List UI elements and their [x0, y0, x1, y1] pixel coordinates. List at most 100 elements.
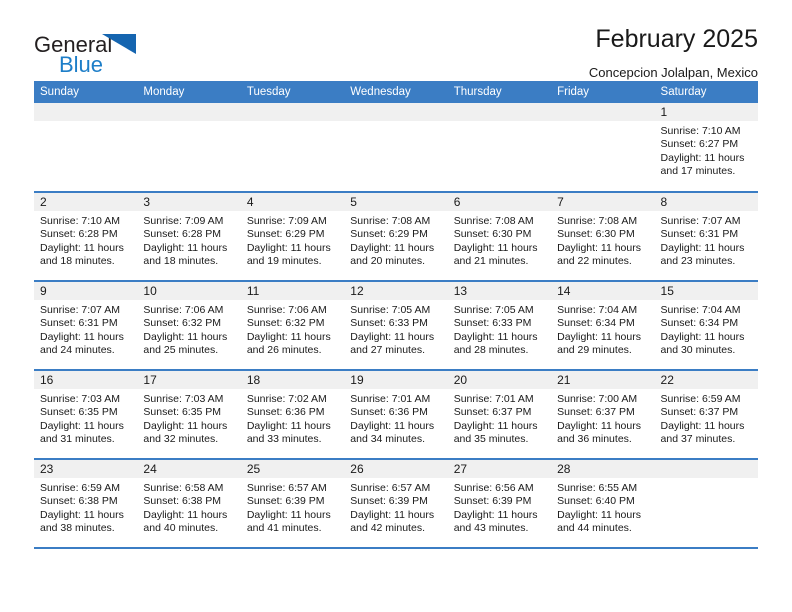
day-details: Sunrise: 7:10 AM Sunset: 6:27 PM Daylight:… — [655, 121, 758, 179]
day-details: Sunrise: 6:59 AM Sunset: 6:38 PM Daylight:… — [34, 478, 137, 536]
daylight-text: Daylight: 11 hours and 19 minutes. — [246, 241, 331, 268]
calendar-day-cell[interactable]: 11 Sunrise: 7:06 AM Sunset: 6:32 PM Dayligh… — [240, 280, 345, 370]
calendar-day-cell[interactable]: 26 Sunrise: 6:57 AM Sunset: 6:39 PM Dayligh… — [344, 458, 448, 549]
day-details: Sunrise: 7:04 AM Sunset: 6:34 PM Daylight:… — [655, 300, 758, 358]
calendar-day-cell[interactable]: 3 Sunrise: 7:09 AM Sunset: 6:28 PM Daylight… — [137, 191, 241, 281]
daylight-text: Daylight: 11 hours and 21 minutes. — [453, 241, 538, 268]
sunset-text: Sunset: 6:37 PM — [660, 406, 739, 419]
calendar-day-cell[interactable]: 23 Sunrise: 6:59 AM Sunset: 6:38 PM Dayligh… — [34, 458, 138, 549]
sunrise-text: Sunrise: 6:59 AM — [660, 393, 741, 405]
day-number: 15 — [654, 282, 758, 300]
day-number: 25 — [240, 460, 345, 478]
day-details: Sunrise: 7:08 AM Sunset: 6:30 PM Daylight:… — [448, 211, 551, 269]
sunrise-text: Sunrise: 7:04 AM — [557, 304, 638, 316]
day-number: 19 — [344, 371, 448, 389]
calendar-day-cell[interactable]: 4 Sunrise: 7:09 AM Sunset: 6:29 PM Daylight… — [240, 191, 345, 281]
daylight-text: Daylight: 11 hours and 38 minutes. — [40, 508, 124, 535]
day-details: Sunrise: 6:59 AM Sunset: 6:37 PM Daylight:… — [655, 389, 758, 447]
calendar-day-cell[interactable]: 2 Sunrise: 7:10 AM Sunset: 6:28 PM Daylight… — [34, 191, 138, 281]
calendar-cell-empty — [34, 103, 138, 192]
daylight-text: Daylight: 11 hours and 40 minutes. — [143, 508, 228, 535]
calendar-cell-empty — [551, 103, 655, 192]
day-number: 14 — [551, 282, 655, 300]
sunrise-text: Sunrise: 7:04 AM — [660, 304, 741, 316]
calendar-day-cell[interactable]: 7 Sunrise: 7:08 AM Sunset: 6:30 PM Daylight… — [551, 191, 655, 281]
sunset-text: Sunset: 6:34 PM — [660, 317, 739, 330]
sunset-text: Sunset: 6:29 PM — [246, 228, 325, 241]
daylight-text: Daylight: 11 hours and 42 minutes. — [350, 508, 435, 535]
sunset-text: Sunset: 6:27 PM — [660, 138, 739, 151]
calendar-week-row: 23 Sunrise: 6:59 AM Sunset: 6:38 PM Dayligh… — [34, 458, 758, 549]
day-number: 12 — [344, 282, 448, 300]
day-number: 5 — [344, 193, 448, 211]
sunrise-text: Sunrise: 6:57 AM — [246, 482, 327, 494]
sunrise-text: Sunrise: 7:07 AM — [660, 215, 741, 227]
calendar-cell-empty — [447, 103, 552, 192]
day-number — [240, 103, 345, 121]
daylight-text: Daylight: 11 hours and 30 minutes. — [660, 330, 745, 357]
day-number: 27 — [447, 460, 552, 478]
daylight-text: Daylight: 11 hours and 18 minutes. — [143, 241, 228, 268]
calendar-day-cell[interactable]: 12 Sunrise: 7:05 AM Sunset: 6:33 PM Dayligh… — [344, 280, 448, 370]
calendar-week-row: 2 Sunrise: 7:10 AM Sunset: 6:28 PM Daylight… — [34, 191, 758, 281]
daylight-text: Daylight: 11 hours and 18 minutes. — [40, 241, 124, 268]
calendar-day-cell[interactable]: 17 Sunrise: 7:03 AM Sunset: 6:35 PM Dayligh… — [137, 369, 241, 459]
sunrise-text: Sunrise: 7:05 AM — [453, 304, 534, 316]
day-number: 8 — [654, 193, 758, 211]
calendar-day-cell[interactable]: 24 Sunrise: 6:58 AM Sunset: 6:38 PM Dayligh… — [137, 458, 241, 549]
calendar-day-cell[interactable]: 22 Sunrise: 6:59 AM Sunset: 6:37 PM Dayligh… — [654, 369, 758, 459]
calendar-day-cell[interactable]: 21 Sunrise: 7:00 AM Sunset: 6:37 PM Dayligh… — [551, 369, 655, 459]
calendar-week-row: 9 Sunrise: 7:07 AM Sunset: 6:31 PM Daylight… — [34, 280, 758, 370]
day-number: 23 — [34, 460, 138, 478]
calendar-day-cell[interactable]: 13 Sunrise: 7:05 AM Sunset: 6:33 PM Dayligh… — [447, 280, 552, 370]
sunset-text: Sunset: 6:28 PM — [143, 228, 222, 241]
day-number: 1 — [654, 103, 758, 121]
calendar-day-cell[interactable]: 25 Sunrise: 6:57 AM Sunset: 6:39 PM Dayligh… — [240, 458, 345, 549]
day-number: 18 — [240, 371, 345, 389]
daylight-text: Daylight: 11 hours and 25 minutes. — [143, 330, 228, 357]
calendar-day-cell[interactable]: 6 Sunrise: 7:08 AM Sunset: 6:30 PM Daylight… — [447, 191, 552, 281]
calendar-day-cell[interactable]: 15 Sunrise: 7:04 AM Sunset: 6:34 PM Dayligh… — [654, 280, 758, 370]
calendar-day-cell[interactable]: 27 Sunrise: 6:56 AM Sunset: 6:39 PM Dayligh… — [447, 458, 552, 549]
calendar-day-cell[interactable]: 5 Sunrise: 7:08 AM Sunset: 6:29 PM Daylight… — [344, 191, 448, 281]
brand-logo[interactable]: General Blue — [34, 26, 154, 80]
day-number: 2 — [34, 193, 138, 211]
calendar-day-cell[interactable]: 18 Sunrise: 7:02 AM Sunset: 6:36 PM Dayligh… — [240, 369, 345, 459]
sunset-text: Sunset: 6:39 PM — [350, 495, 428, 508]
sunset-text: Sunset: 6:37 PM — [557, 406, 635, 419]
daylight-text: Daylight: 11 hours and 26 minutes. — [246, 330, 331, 357]
day-number: 10 — [137, 282, 241, 300]
sunrise-text: Sunrise: 7:09 AM — [143, 215, 224, 227]
triangle-logo-icon — [102, 34, 136, 54]
day-details: Sunrise: 7:03 AM Sunset: 6:35 PM Daylight:… — [34, 389, 137, 447]
day-details: Sunrise: 7:02 AM Sunset: 6:36 PM Daylight:… — [241, 389, 344, 447]
sunset-text: Sunset: 6:40 PM — [557, 495, 635, 508]
daylight-text: Daylight: 11 hours and 22 minutes. — [557, 241, 641, 268]
calendar-cell-empty — [654, 458, 758, 549]
calendar-day-cell[interactable]: 1 Sunrise: 7:10 AM Sunset: 6:27 PM Daylight… — [654, 103, 758, 192]
daylight-text: Daylight: 11 hours and 31 minutes. — [40, 419, 124, 446]
day-details: Sunrise: 7:06 AM Sunset: 6:32 PM Daylight:… — [137, 300, 240, 358]
daylight-text: Daylight: 11 hours and 32 minutes. — [143, 419, 228, 446]
calendar-day-cell[interactable]: 14 Sunrise: 7:04 AM Sunset: 6:34 PM Dayligh… — [551, 280, 655, 370]
calendar-day-cell[interactable]: 20 Sunrise: 7:01 AM Sunset: 6:37 PM Dayligh… — [447, 369, 552, 459]
calendar-day-cell[interactable]: 16 Sunrise: 7:03 AM Sunset: 6:35 PM Dayligh… — [34, 369, 138, 459]
day-details: Sunrise: 7:01 AM Sunset: 6:37 PM Daylight:… — [448, 389, 551, 447]
sunrise-text: Sunrise: 7:02 AM — [246, 393, 327, 405]
calendar-head: Sunday Monday Tuesday Wednesday Thursday… — [34, 81, 758, 103]
sunrise-text: Sunrise: 7:06 AM — [143, 304, 224, 316]
calendar-day-cell[interactable]: 28 Sunrise: 6:55 AM Sunset: 6:40 PM Dayligh… — [551, 458, 655, 549]
title-block: February 2025 Concepcion Jolalpan, Mexic… — [154, 25, 758, 79]
day-number: 13 — [447, 282, 552, 300]
daylight-text: Daylight: 11 hours and 27 minutes. — [350, 330, 435, 357]
calendar-day-cell[interactable]: 9 Sunrise: 7:07 AM Sunset: 6:31 PM Daylight… — [34, 280, 138, 370]
calendar-day-cell[interactable]: 8 Sunrise: 7:07 AM Sunset: 6:31 PM Daylight… — [654, 191, 758, 281]
calendar-day-cell[interactable]: 19 Sunrise: 7:01 AM Sunset: 6:36 PM Dayligh… — [344, 369, 448, 459]
sunrise-text: Sunrise: 7:03 AM — [143, 393, 224, 405]
daylight-text: Daylight: 11 hours and 33 minutes. — [246, 419, 331, 446]
sunrise-text: Sunrise: 6:58 AM — [143, 482, 224, 494]
calendar-day-cell[interactable]: 10 Sunrise: 7:06 AM Sunset: 6:32 PM Dayligh… — [137, 280, 241, 370]
day-details: Sunrise: 7:00 AM Sunset: 6:37 PM Daylight:… — [551, 389, 654, 447]
day-details: Sunrise: 7:04 AM Sunset: 6:34 PM Daylight:… — [551, 300, 654, 358]
day-number: 4 — [240, 193, 345, 211]
